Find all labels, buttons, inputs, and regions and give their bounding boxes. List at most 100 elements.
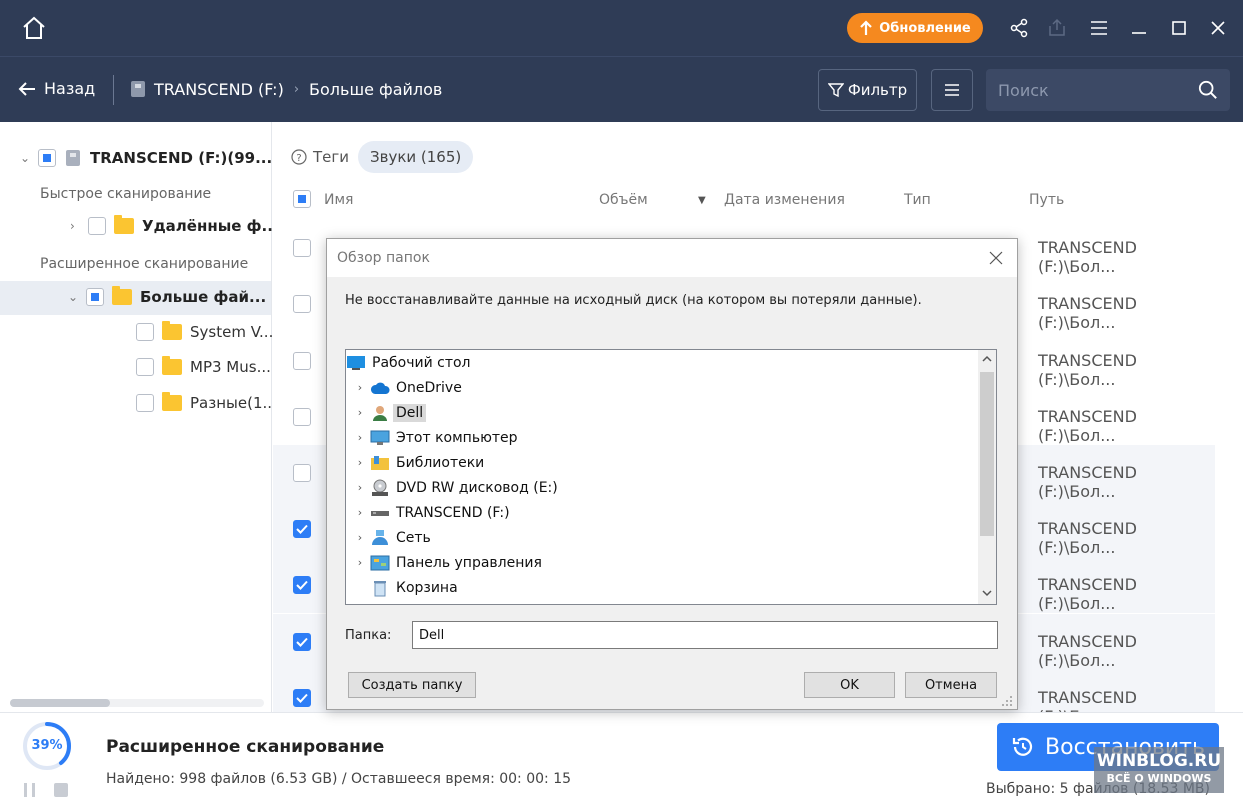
folder-tree-item[interactable]: › TRANSCEND (F:) bbox=[350, 500, 510, 525]
share-icon[interactable] bbox=[1009, 18, 1029, 38]
row-checkbox[interactable] bbox=[293, 520, 311, 538]
dialog-titlebar: Обзор папок bbox=[327, 239, 1017, 277]
folder-tree-item[interactable]: › OneDrive bbox=[350, 375, 462, 400]
table-header: Имя Объём ▼ Дата изменения Тип Путь bbox=[273, 184, 1233, 216]
chevron-right-icon[interactable]: › bbox=[70, 219, 80, 233]
minimize-icon[interactable] bbox=[1129, 18, 1149, 38]
folder-input[interactable] bbox=[412, 621, 998, 649]
tree-item-deleted[interactable]: › Удалённые ф... bbox=[70, 215, 279, 235]
export-icon[interactable] bbox=[1047, 18, 1067, 38]
pause-icon[interactable] bbox=[22, 783, 38, 797]
chevron-down-icon[interactable] bbox=[981, 588, 993, 598]
horizontal-scrollbar[interactable] bbox=[10, 699, 264, 707]
chevron-right-icon[interactable]: › bbox=[350, 431, 370, 444]
tree-root-checkbox[interactable] bbox=[38, 149, 56, 167]
check-icon bbox=[296, 580, 308, 590]
update-button[interactable]: Обновление bbox=[847, 13, 983, 43]
scan-info: Найдено: 998 файлов (6.53 GB) / Оставшее… bbox=[106, 771, 572, 787]
column-path[interactable]: Путь bbox=[1029, 192, 1064, 208]
usb-drive-icon bbox=[370, 504, 390, 522]
cancel-button[interactable]: Отмена bbox=[905, 672, 997, 698]
sounds-filter-chip[interactable]: Звуки (165) bbox=[358, 141, 474, 173]
folder-tree-item[interactable]: › Сеть bbox=[350, 525, 431, 550]
folder-tree-label: Dell bbox=[393, 403, 427, 422]
tree-item-checkbox[interactable] bbox=[86, 288, 104, 306]
folder-tree-label: DVD RW дисковод (E:) bbox=[396, 479, 558, 496]
folder-tree-item[interactable]: › Dell bbox=[350, 400, 427, 425]
tree-child-item[interactable]: System V... bbox=[136, 321, 273, 341]
select-all-checkbox[interactable] bbox=[293, 190, 311, 208]
chevron-down-icon[interactable]: ⌄ bbox=[20, 151, 30, 165]
column-date[interactable]: Дата изменения bbox=[724, 192, 845, 208]
breadcrumb-current[interactable]: Больше файлов bbox=[309, 80, 442, 99]
chevron-down-icon[interactable]: ⌄ bbox=[68, 290, 78, 304]
row-checkbox[interactable] bbox=[293, 352, 311, 370]
view-list-button[interactable] bbox=[931, 69, 973, 111]
close-icon[interactable] bbox=[987, 249, 1005, 267]
row-checkbox[interactable] bbox=[293, 408, 311, 426]
row-path: TRANSCEND (F:)\Бол... bbox=[1038, 238, 1137, 276]
home-icon[interactable] bbox=[20, 14, 48, 42]
row-checkbox[interactable] bbox=[293, 464, 311, 482]
tree-child-item[interactable]: Разные(1... bbox=[136, 392, 277, 412]
scrollbar-thumb[interactable] bbox=[980, 372, 994, 536]
folder-tree-scrollbar[interactable] bbox=[978, 350, 996, 604]
ok-button[interactable]: OK bbox=[804, 672, 895, 698]
search-input[interactable] bbox=[998, 80, 1198, 100]
tree-root[interactable]: ⌄ TRANSCEND (F:)(99... bbox=[20, 148, 272, 168]
tree-item-checkbox[interactable] bbox=[136, 323, 154, 341]
chevron-right-icon[interactable]: › bbox=[350, 381, 370, 394]
row-checkbox[interactable] bbox=[293, 689, 311, 707]
tree-item-more-files[interactable]: ⌄ Больше фай... bbox=[68, 286, 266, 306]
watermark-line1: WINBLOG.RU bbox=[1096, 751, 1222, 771]
usb-drive-icon bbox=[131, 81, 145, 97]
libraries-icon bbox=[370, 454, 390, 472]
stop-icon[interactable] bbox=[54, 783, 68, 797]
folder-tree-item[interactable]: › Библиотеки bbox=[350, 450, 484, 475]
tree-item-checkbox[interactable] bbox=[88, 217, 106, 235]
row-path: TRANSCEND (F:)\Бол... bbox=[1038, 632, 1137, 670]
row-checkbox[interactable] bbox=[293, 239, 311, 257]
vertical-scrollbar[interactable] bbox=[1233, 122, 1243, 712]
tree-child-item[interactable]: MP3 Mus... bbox=[136, 356, 271, 376]
tree-item-checkbox[interactable] bbox=[136, 394, 154, 412]
filter-button[interactable]: Фильтр bbox=[818, 69, 917, 111]
chevron-right-icon[interactable]: › bbox=[350, 406, 370, 419]
close-icon[interactable] bbox=[1208, 18, 1228, 38]
folder-tree-item[interactable]: › Этот компьютер bbox=[350, 425, 518, 450]
row-checkbox[interactable] bbox=[293, 576, 311, 594]
sort-down-icon[interactable]: ▼ bbox=[698, 195, 706, 206]
folder-browser-tree[interactable]: Рабочий стол › OneDrive › Dell › Этот ко… bbox=[345, 349, 997, 605]
maximize-icon[interactable] bbox=[1169, 18, 1189, 38]
row-checkbox[interactable] bbox=[293, 295, 311, 313]
resize-grip-icon[interactable] bbox=[1001, 695, 1013, 707]
chevron-right-icon[interactable]: › bbox=[350, 456, 370, 469]
column-type[interactable]: Тип bbox=[904, 192, 931, 208]
tags-filter[interactable]: ? Теги bbox=[291, 148, 349, 166]
folder-icon bbox=[162, 392, 182, 411]
chevron-up-icon[interactable] bbox=[981, 354, 993, 364]
chevron-right-icon[interactable]: › bbox=[350, 506, 370, 519]
folder-tree-item[interactable]: › DVD RW дисковод (E:) bbox=[350, 475, 558, 500]
tree-item-label: MP3 Mus... bbox=[190, 358, 271, 376]
scan-title: Расширенное сканирование bbox=[106, 737, 385, 757]
chevron-right-icon[interactable]: › bbox=[350, 531, 370, 544]
folder-tree-item[interactable]: Корзина bbox=[370, 575, 458, 600]
tree-item-checkbox[interactable] bbox=[136, 358, 154, 376]
folder-tree-item[interactable]: Рабочий стол bbox=[346, 350, 471, 375]
menu-icon[interactable] bbox=[1089, 18, 1109, 38]
column-size[interactable]: Объём bbox=[599, 192, 648, 208]
breadcrumb-drive[interactable]: TRANSCEND (F:) bbox=[154, 80, 284, 99]
search-icon[interactable] bbox=[1198, 79, 1218, 101]
folder-tree-item[interactable]: › Панель управления bbox=[350, 550, 542, 575]
chevron-right-icon[interactable]: › bbox=[350, 481, 370, 494]
folder-tree-label: Корзина bbox=[396, 579, 458, 596]
folder-label: Папка: bbox=[345, 628, 392, 643]
column-name[interactable]: Имя bbox=[324, 192, 353, 208]
back-button[interactable]: Назад bbox=[18, 79, 95, 98]
new-folder-button[interactable]: Создать папку bbox=[348, 672, 476, 698]
folder-icon bbox=[162, 321, 182, 340]
row-path: TRANSCEND (F:)\Бол... bbox=[1038, 407, 1137, 445]
chevron-right-icon[interactable]: › bbox=[350, 556, 370, 569]
row-checkbox[interactable] bbox=[293, 633, 311, 651]
